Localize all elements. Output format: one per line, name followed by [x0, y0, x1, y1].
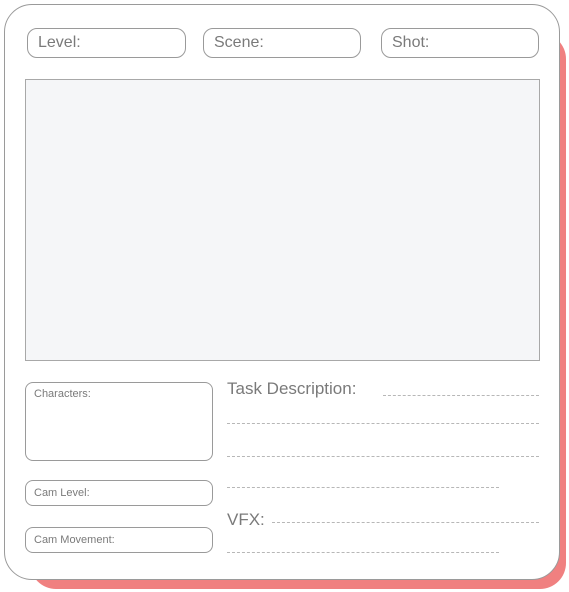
vfx-line-2[interactable] [227, 552, 499, 553]
cam-level-field[interactable]: Cam Level: [25, 480, 213, 506]
characters-label: Characters: [34, 388, 91, 400]
level-label: Level: [38, 34, 81, 51]
task-description-line-1[interactable] [383, 395, 539, 396]
task-description-label: Task Description: [227, 379, 357, 398]
scene-label: Scene: [214, 34, 264, 51]
cam-movement-label: Cam Movement: [34, 534, 115, 546]
shot-label: Shot: [392, 34, 430, 51]
storyboard-card: Level: Scene: Shot: Characters: Cam Leve… [4, 4, 560, 580]
scene-field[interactable]: Scene: [203, 28, 361, 58]
level-field[interactable]: Level: [27, 28, 186, 58]
cam-level-label: Cam Level: [34, 487, 90, 499]
vfx-label: VFX: [227, 510, 265, 529]
task-description-line-4[interactable] [227, 487, 499, 488]
shot-field[interactable]: Shot: [381, 28, 539, 58]
task-description-line-3[interactable] [227, 456, 539, 457]
storyboard-frame[interactable] [25, 79, 540, 361]
cam-movement-field[interactable]: Cam Movement: [25, 527, 213, 553]
task-description-line-2[interactable] [227, 423, 539, 424]
vfx-line-1[interactable] [272, 522, 539, 523]
characters-box[interactable]: Characters: [25, 382, 213, 461]
